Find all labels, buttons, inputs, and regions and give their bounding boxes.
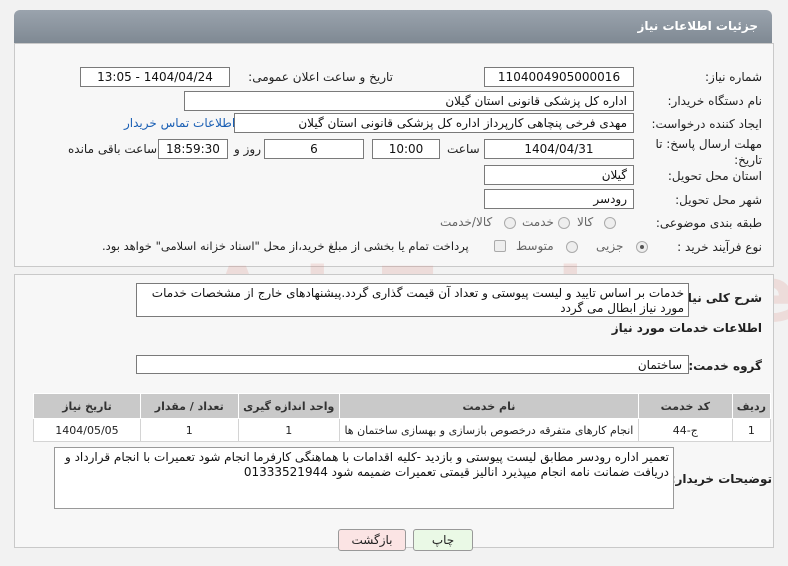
col-row: ردیف <box>731 393 772 419</box>
category-goods-service-radio[interactable] <box>504 217 516 229</box>
province-field: گیلان <box>484 165 634 185</box>
col-need-date: تاریخ نیاز <box>33 393 141 419</box>
days-field: 6 <box>264 139 364 159</box>
services-section-title: اطلاعات خدمات مورد نیاز <box>611 321 762 335</box>
creator-label: ایجاد کننده درخواست: <box>651 117 762 131</box>
category-service-label: خدمت <box>522 215 554 229</box>
city-field: رودسر <box>484 189 634 209</box>
days-label: روز و <box>234 142 261 156</box>
buyer-notes-label: توضیحات خریدار: <box>670 472 772 486</box>
cell-unit: 1 <box>237 418 340 442</box>
remaining-time-field: 18:59:30 <box>158 139 228 159</box>
buyer-org-field: اداره کل پزشکی قانونی استان گیلان <box>184 91 634 111</box>
col-quantity: تعداد / مقدار <box>139 393 239 419</box>
category-goods-label: کالا <box>577 215 594 229</box>
print-button[interactable]: چاپ <box>413 529 473 551</box>
need-number-label: شماره نیاز: <box>705 70 762 84</box>
purchase-minor-label: جزیی <box>596 239 624 253</box>
purchase-medium-radio[interactable] <box>566 241 578 253</box>
announce-label: تاریخ و ساعت اعلان عمومی: <box>248 70 393 84</box>
col-service-name: نام خدمت <box>338 393 639 419</box>
col-service-code: کد خدمت <box>637 393 733 419</box>
table-row: 1 ج-44 انجام کارهای متفرقه درخصوص بازساز… <box>33 418 772 442</box>
page-header: جزئیات اطلاعات نیاز <box>14 10 772 43</box>
cell-row: 1 <box>731 418 772 442</box>
city-label: شهر محل تحویل: <box>675 193 762 207</box>
purchase-type-label: نوع فرآیند خرید : <box>677 240 762 254</box>
service-group-field: ساختمان <box>136 355 689 374</box>
category-goods-service-label: کالا/خدمت <box>440 215 493 229</box>
summary-textarea[interactable]: خدمات بر اساس تایید و لیست پیوستی و تعدا… <box>136 283 689 317</box>
need-number-field: 1104004905000016 <box>484 67 634 87</box>
treasury-payment-note: پرداخت تمام یا بخشی از مبلغ خرید،از محل … <box>102 239 469 253</box>
col-unit: واحد اندازه گیری <box>237 393 340 419</box>
category-label: طبقه بندی موضوعی: <box>655 216 762 230</box>
services-table: ردیف کد خدمت نام خدمت واحد اندازه گیری ت… <box>33 393 772 442</box>
cell-need-date: 1404/05/05 <box>33 418 141 442</box>
treasury-payment-checkbox[interactable] <box>494 240 506 252</box>
service-group-label: گروه خدمت: <box>688 359 762 373</box>
category-service-radio[interactable] <box>558 217 570 229</box>
creator-field: مهدی فرخی پنچاهی کارپرداز اداره کل پزشکی… <box>234 113 634 133</box>
cell-service-name: انجام کارهای متفرقه درخصوص بازسازی و بهس… <box>338 418 639 442</box>
announce-field: 1404/04/24 - 13:05 <box>80 67 230 87</box>
category-goods-radio[interactable] <box>604 217 616 229</box>
purchase-medium-label: متوسط <box>516 239 554 253</box>
deadline-date-field: 1404/04/31 <box>484 139 634 159</box>
deadline-label: مهلت ارسال پاسخ: تا تاریخ: <box>655 137 762 167</box>
page-title: جزئیات اطلاعات نیاز <box>637 19 758 33</box>
buyer-contact-link[interactable]: اطلاعات تماس خریدار <box>124 116 235 130</box>
deadline-time-label: ساعت <box>447 142 480 156</box>
back-button[interactable]: بازگشت <box>338 529 406 551</box>
cell-quantity: 1 <box>139 418 239 442</box>
services-table-header: ردیف کد خدمت نام خدمت واحد اندازه گیری ت… <box>33 393 772 419</box>
province-label: استان محل تحویل: <box>667 169 762 183</box>
deadline-time-field: 10:00 <box>372 139 440 159</box>
cell-service-code: ج-44 <box>637 418 733 442</box>
buyer-notes-textarea[interactable]: تعمیر اداره رودسر مطابق لیست پیوستی و با… <box>54 447 674 509</box>
purchase-minor-radio[interactable] <box>636 241 648 253</box>
remaining-label: ساعت باقی مانده <box>68 142 158 156</box>
buyer-org-label: نام دستگاه خریدار: <box>667 94 763 108</box>
